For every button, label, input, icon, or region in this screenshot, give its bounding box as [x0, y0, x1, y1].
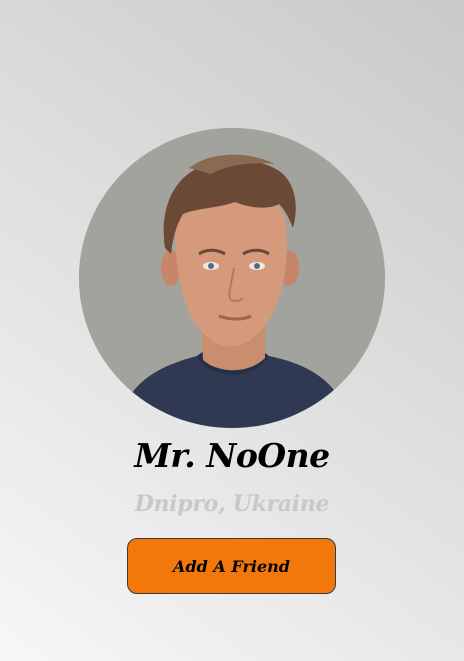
profile-location: Dnipro, Ukraine [134, 491, 330, 517]
add-friend-button[interactable]: Add A Friend [127, 538, 336, 594]
avatar [79, 128, 385, 428]
avatar-photo [79, 128, 385, 428]
profile-card: Mr. NoOne Dnipro, Ukraine Add A Friend [0, 0, 464, 661]
profile-name: Mr. NoOne [134, 436, 330, 475]
